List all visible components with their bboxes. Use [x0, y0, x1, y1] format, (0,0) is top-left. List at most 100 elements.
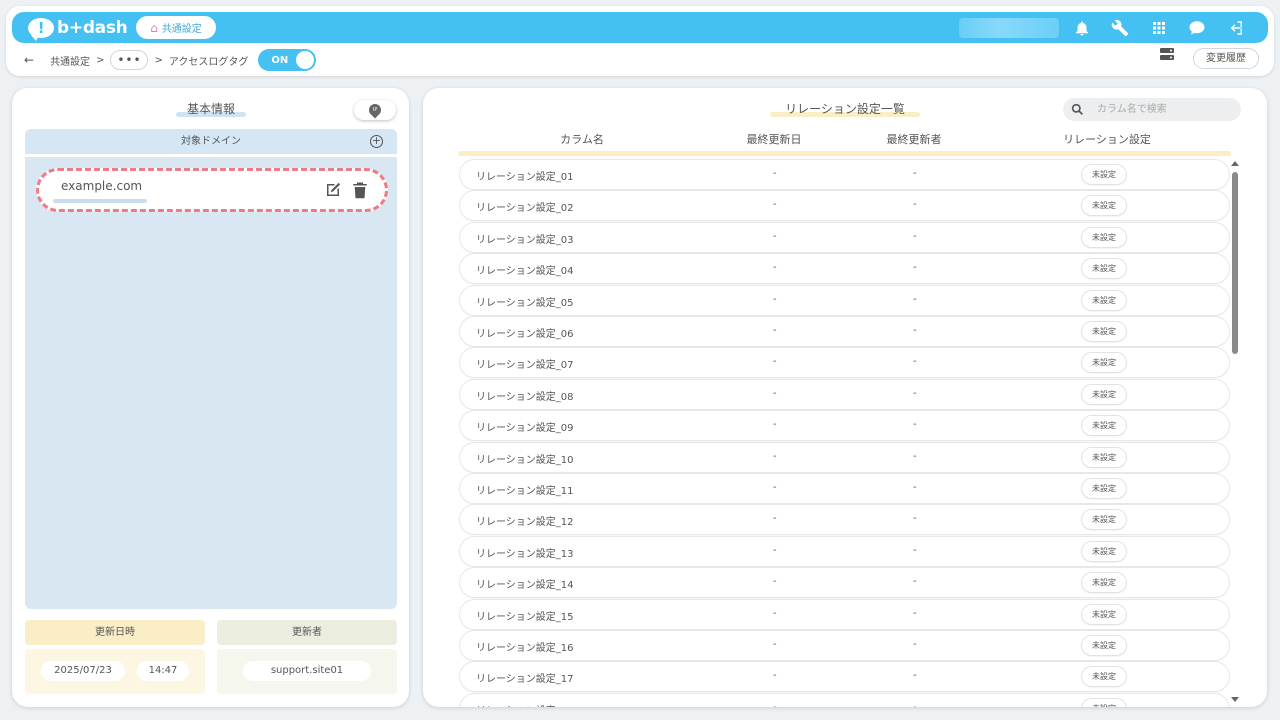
relation-name-cell: リレーション設定_13: [476, 548, 574, 560]
status-badge[interactable]: 未設定: [1082, 667, 1126, 687]
updated-by-cell: -: [913, 513, 917, 525]
updated-by-cell: -: [913, 639, 917, 650]
relation-name-cell: リレーション設定_07: [476, 360, 574, 372]
table-row[interactable]: リレーション設定_01 - - 未設定: [460, 160, 1229, 189]
status-badge[interactable]: 未設定: [1082, 698, 1126, 707]
edit-icon[interactable]: [324, 181, 342, 199]
table-row[interactable]: リレーション設定_17 - - 未設定: [460, 662, 1229, 692]
updated-date-cell: -: [773, 325, 777, 336]
breadcrumb-separator: >: [96, 54, 105, 66]
app-logo[interactable]: ! b+dash: [28, 16, 128, 41]
table-row[interactable]: リレーション設定_03 - - 未設定: [460, 222, 1229, 252]
status-badge[interactable]: 未設定: [1082, 447, 1126, 467]
on-off-toggle[interactable]: ON: [258, 49, 317, 71]
column-header-updated-by: 最終更新者: [886, 133, 942, 146]
updated-date-cell: -: [773, 199, 777, 211]
grid-icon[interactable]: [1149, 18, 1169, 38]
breadcrumb-ellipsis-button[interactable]: •••: [110, 50, 149, 70]
domain-row[interactable]: example.com: [36, 168, 388, 212]
updated-by-cell: -: [913, 356, 917, 368]
status-badge[interactable]: 未設定: [1082, 196, 1126, 216]
bell-icon[interactable]: [1072, 18, 1092, 38]
relation-name-cell: リレーション設定_11: [476, 486, 574, 497]
status-badge[interactable]: 未設定: [1082, 353, 1126, 373]
table-row[interactable]: リレーション設定_14 - - 未設定: [460, 568, 1229, 598]
updated-by-cell: -: [913, 230, 917, 242]
updated-by-cell: -: [913, 450, 917, 462]
relation-name-cell: リレーション設定_04: [476, 266, 574, 278]
updated-by-cell: -: [913, 325, 917, 336]
table-row[interactable]: リレーション設定_18 - - 未設定: [460, 693, 1229, 707]
updated-by-cell: -: [913, 576, 917, 588]
ip-button[interactable]: IP: [354, 100, 396, 120]
status-badge[interactable]: 未設定: [1082, 165, 1126, 184]
relation-name-cell: リレーション設定_15: [476, 611, 574, 623]
updated-by-cell: -: [913, 419, 917, 431]
scroll-down-arrow-icon[interactable]: [1231, 697, 1239, 702]
status-badge[interactable]: 未設定: [1082, 416, 1126, 436]
updated-date-cell: -: [773, 387, 777, 399]
table-row[interactable]: リレーション設定_06 - - 未設定: [460, 317, 1229, 346]
status-badge[interactable]: 未設定: [1082, 227, 1126, 247]
user-info[interactable]: [959, 18, 1059, 38]
updated-date-cell: -: [773, 230, 777, 242]
scrollbar-thumb[interactable]: [1232, 172, 1238, 354]
status-badge[interactable]: 未設定: [1082, 573, 1126, 593]
status-badge[interactable]: 未設定: [1082, 636, 1126, 655]
server-icon[interactable]: [1160, 47, 1174, 61]
breadcrumb-separator: >: [154, 54, 163, 66]
status-badge[interactable]: 未設定: [1082, 541, 1126, 561]
table-row[interactable]: リレーション設定_05 - - 未設定: [460, 285, 1229, 315]
relation-name-cell: リレーション設定_09: [476, 423, 574, 435]
relation-name-cell: リレーション設定_17: [476, 674, 574, 686]
common-settings-pill[interactable]: ⌂ 共通設定: [136, 16, 216, 39]
status-badge[interactable]: 未設定: [1082, 290, 1126, 310]
relation-name-cell: リレーション設定_02: [476, 203, 574, 215]
relation-name-cell: リレーション設定_16: [476, 643, 574, 654]
relation-name-cell: リレーション設定_05: [476, 297, 574, 309]
back-arrow-icon[interactable]: ←: [24, 53, 34, 67]
updated-by-cell: -: [913, 293, 917, 305]
table-row[interactable]: リレーション設定_11 - - 未設定: [460, 474, 1229, 503]
table-row[interactable]: リレーション設定_04 - - 未設定: [460, 254, 1229, 284]
updated-date-cell: -: [773, 293, 777, 305]
status-badge[interactable]: 未設定: [1082, 384, 1126, 404]
updated-at-header: 更新日時: [25, 620, 205, 645]
search-box[interactable]: [1063, 98, 1241, 121]
ip-label: IP: [372, 107, 378, 113]
trash-icon[interactable]: [352, 181, 368, 199]
ip-pin-icon: IP: [366, 101, 384, 119]
change-history-button[interactable]: 変更履歴: [1193, 48, 1259, 69]
table-row[interactable]: リレーション設定_15 - - 未設定: [460, 599, 1229, 629]
chat-bubble-icon[interactable]: [1187, 18, 1207, 38]
breadcrumb-item-common[interactable]: 共通設定: [50, 53, 90, 68]
updated-by-cell: -: [913, 670, 917, 682]
search-input[interactable]: [1097, 101, 1237, 118]
logout-icon[interactable]: [1226, 18, 1246, 38]
status-badge[interactable]: 未設定: [1082, 510, 1126, 530]
table-row[interactable]: リレーション設定_13 - - 未設定: [460, 536, 1229, 566]
table-row[interactable]: リレーション設定_16 - - 未設定: [460, 631, 1229, 660]
status-badge[interactable]: 未設定: [1082, 322, 1126, 341]
table-row[interactable]: リレーション設定_02 - - 未設定: [460, 191, 1229, 221]
table-row[interactable]: リレーション設定_07 - - 未設定: [460, 348, 1229, 378]
status-badge[interactable]: 未設定: [1082, 479, 1126, 498]
status-badge[interactable]: 未設定: [1082, 604, 1126, 624]
add-domain-plus-icon[interactable]: +: [370, 135, 383, 148]
target-domain-header: 対象ドメイン +: [25, 129, 397, 154]
column-header-updated-date: 最終更新日: [746, 133, 802, 146]
breadcrumb: ← 共通設定 > ••• > アクセスログタグ ON: [24, 49, 317, 71]
table-row[interactable]: リレーション設定_09 - - 未設定: [460, 411, 1229, 441]
table-row[interactable]: リレーション設定_12 - - 未設定: [460, 505, 1229, 535]
table-row[interactable]: リレーション設定_10 - - 未設定: [460, 442, 1229, 472]
target-domain-label: 対象ドメイン: [181, 136, 241, 147]
status-badge[interactable]: 未設定: [1082, 259, 1126, 279]
relation-name-cell: リレーション設定_01: [476, 172, 574, 183]
column-header-name: カラム名: [560, 133, 604, 146]
scroll-up-arrow-icon[interactable]: [1231, 161, 1239, 166]
updated-by-cell: -: [913, 544, 917, 556]
updated-date-cell: -: [773, 168, 777, 179]
updater-header: 更新者: [217, 620, 397, 645]
table-row[interactable]: リレーション設定_08 - - 未設定: [460, 379, 1229, 409]
wrench-icon[interactable]: [1110, 18, 1130, 38]
